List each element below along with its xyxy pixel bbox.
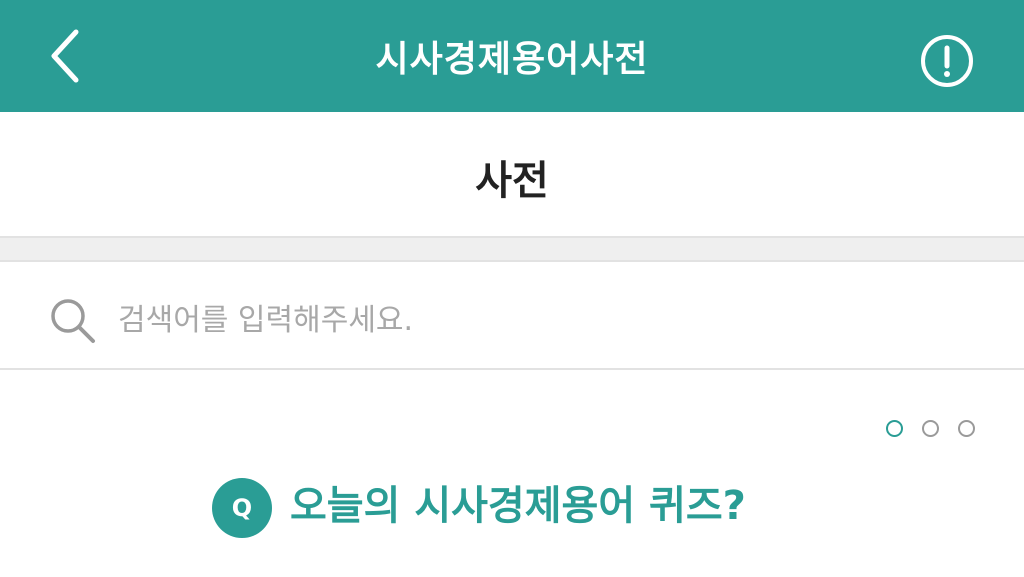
carousel-indicator (884, 420, 984, 440)
carousel-dot-3[interactable] (958, 420, 975, 437)
app-bar: 시사경제용어사전 (0, 0, 1024, 112)
search-input[interactable] (118, 296, 978, 344)
section-divider (0, 236, 1024, 262)
page-title: 사전 (475, 158, 549, 204)
app-title: 시사경제용어사전 (375, 39, 649, 80)
info-circle-icon (921, 35, 973, 87)
quiz-badge: Q (212, 478, 272, 538)
quiz-title[interactable]: 오늘의 시사경제용어 퀴즈? (290, 476, 746, 536)
info-button[interactable] (918, 32, 976, 90)
carousel-dot-2[interactable] (922, 420, 939, 437)
search-icon[interactable] (48, 296, 98, 346)
carousel-dot-1[interactable] (886, 420, 903, 437)
